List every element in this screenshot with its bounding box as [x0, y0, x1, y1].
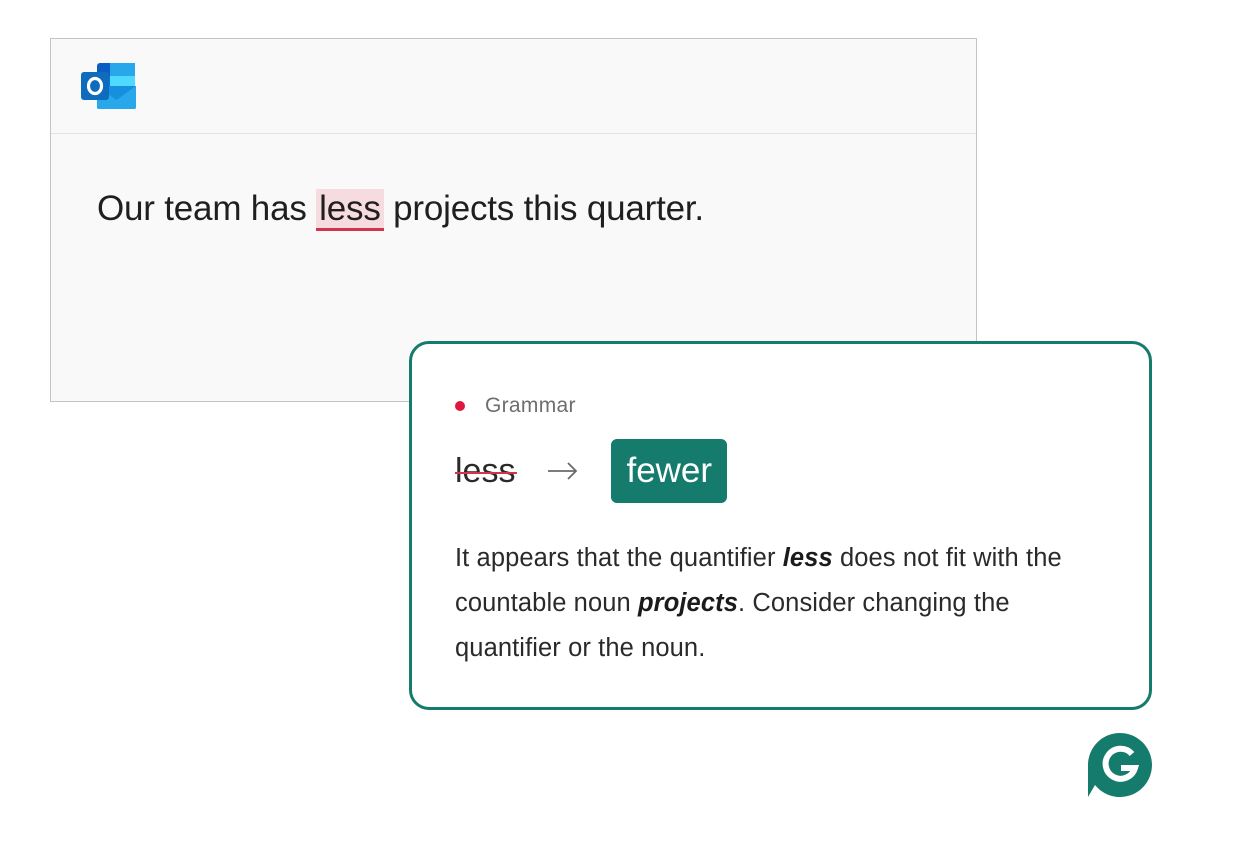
accept-suggestion-button[interactable]: fewer: [611, 439, 728, 503]
grammarly-logo-icon[interactable]: [1088, 733, 1152, 797]
explanation-emphasis-2: projects: [638, 589, 738, 617]
explanation-emphasis-1: less: [782, 544, 833, 572]
body-text-after: projects this quarter.: [383, 189, 704, 228]
compose-header: [51, 39, 976, 134]
suggestion-category: Grammar: [455, 394, 576, 418]
category-label: Grammar: [485, 394, 576, 417]
suggestion-explanation: It appears that the quantifier less does…: [455, 536, 1115, 671]
replacement-row: less fewer: [455, 439, 728, 503]
body-text-before: Our team has: [97, 189, 317, 228]
flagged-word-highlight[interactable]: less: [316, 189, 384, 231]
outlook-logo-icon: [81, 63, 136, 109]
email-body-text[interactable]: Our team has less projects this quarter.: [97, 189, 704, 231]
explanation-part-1: It appears that the quantifier: [455, 544, 783, 572]
original-word-struck: less: [455, 451, 518, 490]
arrow-right-icon: [548, 462, 578, 480]
stage: Our team has less projects this quarter.…: [0, 0, 1248, 858]
category-dot-icon: [455, 401, 465, 411]
grammar-suggestion-card: Grammar less fewer It appears that the q…: [409, 341, 1152, 710]
